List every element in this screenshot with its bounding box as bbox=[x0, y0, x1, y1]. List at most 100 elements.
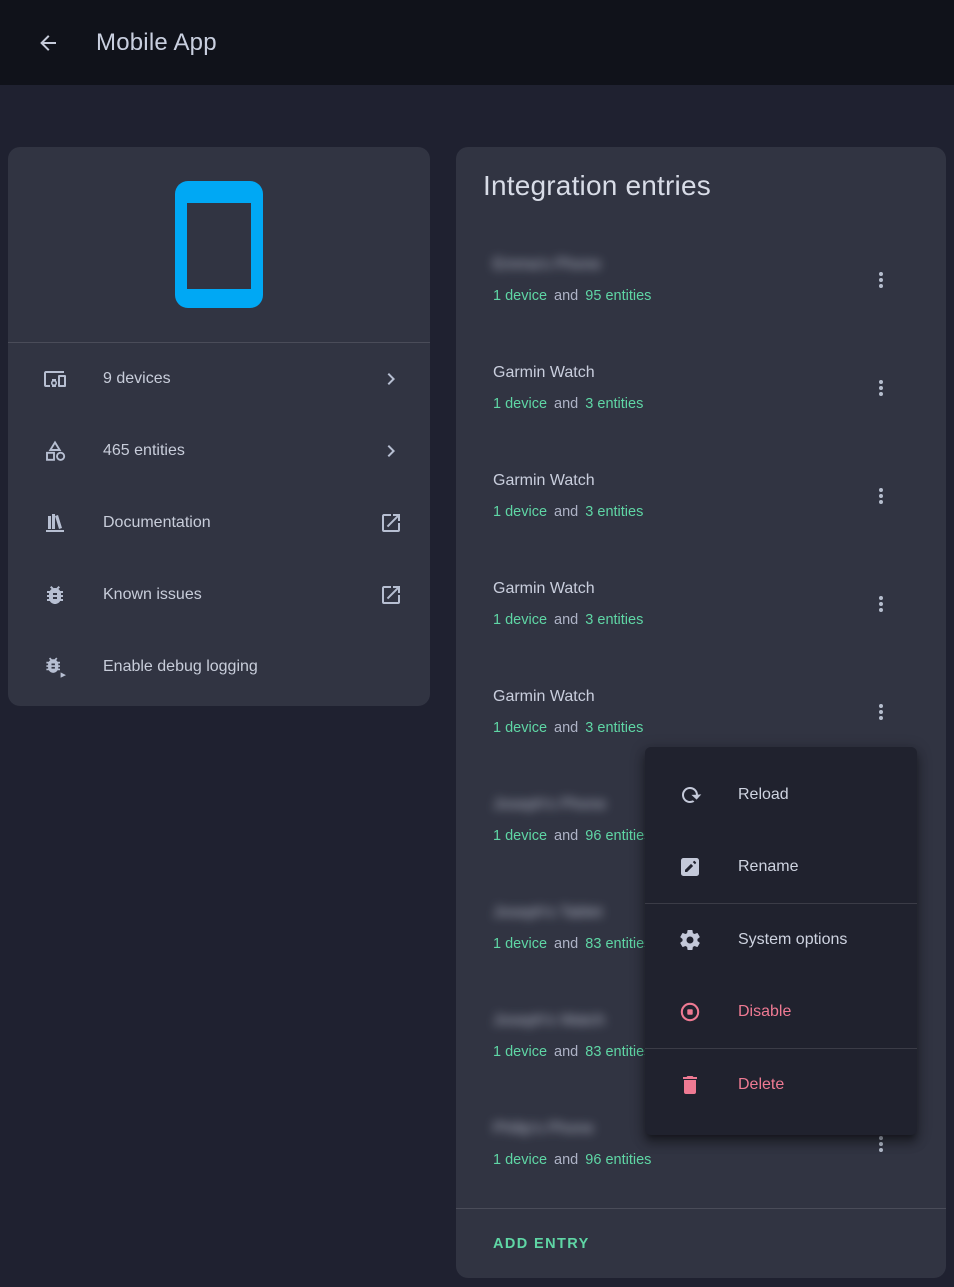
reload-icon bbox=[678, 783, 702, 807]
arrow-left-icon bbox=[36, 31, 60, 55]
open-in-new-icon bbox=[379, 583, 403, 607]
entry-subtitle-connector: and bbox=[554, 1152, 578, 1168]
menu-item-label: Disable bbox=[738, 1003, 791, 1021]
add-entry-button[interactable]: ADD ENTRY bbox=[493, 1236, 590, 1252]
entry-devices-link[interactable]: 1 device bbox=[493, 720, 547, 736]
entities-row[interactable]: 465 entities bbox=[8, 415, 430, 487]
entry-entities-link[interactable]: 3 entities bbox=[585, 612, 643, 628]
devices-icon bbox=[43, 367, 67, 391]
entry-subtitle-connector: and bbox=[554, 504, 578, 520]
menu-item-reload[interactable]: Reload bbox=[645, 759, 917, 831]
menu-item-label: Delete bbox=[738, 1076, 784, 1094]
chevron-right-icon bbox=[379, 439, 403, 463]
entry-devices-link[interactable]: 1 device bbox=[493, 612, 547, 628]
app-header: Mobile App bbox=[0, 0, 954, 85]
entry-devices-link[interactable]: 1 device bbox=[493, 1044, 547, 1060]
enable-debug-logging-button[interactable]: Enable debug logging bbox=[8, 631, 430, 703]
entry-subtitle-connector: and bbox=[554, 288, 578, 304]
dots-vertical-icon bbox=[869, 700, 893, 724]
entry-menu-button[interactable] bbox=[869, 376, 893, 400]
entry-name: Emma's Phone bbox=[493, 254, 869, 276]
entry-devices-link[interactable]: 1 device bbox=[493, 504, 547, 520]
dots-vertical-icon bbox=[869, 376, 893, 400]
integration-entry-row: Garmin Watch 1 device and 3 entities bbox=[456, 442, 946, 550]
cog-icon bbox=[678, 928, 702, 952]
entry-text: Garmin Watch 1 device and 3 entities bbox=[493, 470, 869, 523]
devices-row[interactable]: 9 devices bbox=[8, 343, 430, 415]
entry-subtitle-connector: and bbox=[554, 828, 578, 844]
entry-subtitle: 1 device and 3 entities bbox=[493, 609, 869, 631]
rename-box-icon bbox=[678, 855, 702, 879]
documentation-label: Documentation bbox=[103, 514, 379, 532]
integration-logo-area bbox=[8, 147, 430, 342]
integration-entry-row: Garmin Watch 1 device and 3 entities bbox=[456, 550, 946, 658]
entities-count-label: 465 entities bbox=[103, 442, 379, 460]
menu-item-label: System options bbox=[738, 931, 847, 949]
entry-entities-link[interactable]: 95 entities bbox=[585, 288, 651, 304]
menu-item-disable[interactable]: Disable bbox=[645, 976, 917, 1048]
entry-subtitle-connector: and bbox=[554, 1044, 578, 1060]
entry-name: Garmin Watch bbox=[493, 470, 869, 492]
menu-item-system-options[interactable]: System options bbox=[645, 904, 917, 976]
page-title: Mobile App bbox=[96, 29, 217, 57]
entry-subtitle-connector: and bbox=[554, 612, 578, 628]
entry-entities-link[interactable]: 3 entities bbox=[585, 504, 643, 520]
menu-item-delete[interactable]: Delete bbox=[645, 1049, 917, 1121]
entry-devices-link[interactable]: 1 device bbox=[493, 396, 547, 412]
entry-menu-button[interactable] bbox=[869, 484, 893, 508]
entry-devices-link[interactable]: 1 device bbox=[493, 936, 547, 952]
chevron-right-icon bbox=[379, 367, 403, 391]
entry-devices-link[interactable]: 1 device bbox=[493, 288, 547, 304]
info-rows: 9 devices 465 entities Documentation bbox=[8, 343, 430, 703]
entry-menu-button[interactable] bbox=[869, 1132, 893, 1156]
dots-vertical-icon bbox=[869, 1132, 893, 1156]
entry-name: Garmin Watch bbox=[493, 362, 869, 384]
entry-text: Garmin Watch 1 device and 3 entities bbox=[493, 686, 869, 739]
open-in-new-icon bbox=[379, 511, 403, 535]
entry-menu-button[interactable] bbox=[869, 700, 893, 724]
enable-debug-logging-label: Enable debug logging bbox=[103, 658, 403, 676]
entry-name: Garmin Watch bbox=[493, 686, 869, 708]
entry-subtitle-connector: and bbox=[554, 396, 578, 412]
bug-icon bbox=[43, 583, 67, 607]
entry-devices-link[interactable]: 1 device bbox=[493, 828, 547, 844]
entry-menu-button[interactable] bbox=[869, 268, 893, 292]
menu-item-label: Rename bbox=[738, 858, 798, 876]
entry-subtitle: 1 device and 3 entities bbox=[493, 501, 869, 523]
entry-entities-link[interactable]: 83 entities bbox=[585, 1044, 651, 1060]
dots-vertical-icon bbox=[869, 484, 893, 508]
menu-item-rename[interactable]: Rename bbox=[645, 831, 917, 903]
cellphone-icon bbox=[175, 181, 263, 308]
documentation-link[interactable]: Documentation bbox=[8, 487, 430, 559]
entry-context-menu: Reload Rename System options Disable bbox=[645, 747, 917, 1135]
entry-text: Garmin Watch 1 device and 3 entities bbox=[493, 362, 869, 415]
bug-play-icon bbox=[43, 655, 67, 679]
back-button[interactable] bbox=[24, 19, 72, 67]
integration-entry-row: Emma's Phone 1 device and 95 entities bbox=[456, 226, 946, 334]
integration-entry-row: Garmin Watch 1 device and 3 entities bbox=[456, 334, 946, 442]
dots-vertical-icon bbox=[869, 268, 893, 292]
entry-entities-link[interactable]: 3 entities bbox=[585, 720, 643, 736]
dots-vertical-icon bbox=[869, 592, 893, 616]
entry-entities-link[interactable]: 96 entities bbox=[585, 1152, 651, 1168]
shapes-icon bbox=[43, 439, 67, 463]
entry-entities-link[interactable]: 83 entities bbox=[585, 936, 651, 952]
entry-subtitle: 1 device and 3 entities bbox=[493, 717, 869, 739]
entry-subtitle-connector: and bbox=[554, 720, 578, 736]
entry-entities-link[interactable]: 96 entities bbox=[585, 828, 651, 844]
integration-info-card: 9 devices 465 entities Documentation bbox=[8, 147, 430, 706]
entry-text: Garmin Watch 1 device and 3 entities bbox=[493, 578, 869, 631]
entry-entities-link[interactable]: 3 entities bbox=[585, 396, 643, 412]
entry-subtitle: 1 device and 95 entities bbox=[493, 285, 869, 307]
entry-menu-button[interactable] bbox=[869, 592, 893, 616]
entry-devices-link[interactable]: 1 device bbox=[493, 1152, 547, 1168]
delete-icon bbox=[678, 1073, 702, 1097]
entry-subtitle: 1 device and 96 entities bbox=[493, 1149, 869, 1171]
entry-name: Garmin Watch bbox=[493, 578, 869, 600]
entry-subtitle: 1 device and 3 entities bbox=[493, 393, 869, 415]
known-issues-label: Known issues bbox=[103, 586, 379, 604]
menu-item-label: Reload bbox=[738, 786, 789, 804]
entries-footer: ADD ENTRY bbox=[456, 1208, 946, 1278]
entries-card-title: Integration entries bbox=[483, 170, 711, 202]
known-issues-link[interactable]: Known issues bbox=[8, 559, 430, 631]
